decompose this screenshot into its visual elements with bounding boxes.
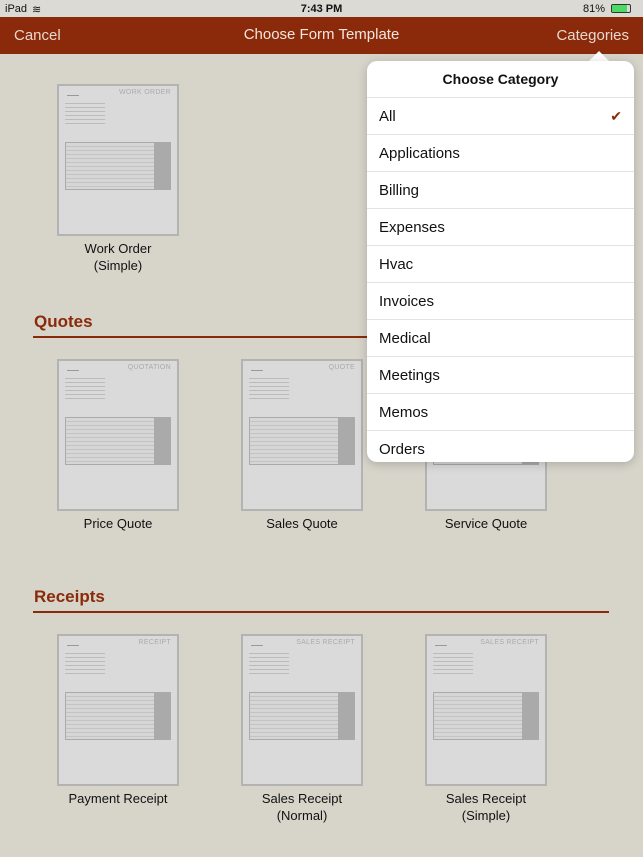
category-label: Memos: [379, 404, 429, 421]
template-label[interactable]: Service Quote: [406, 515, 566, 532]
template-thumbnail[interactable]: QUOTATION: [57, 359, 179, 511]
template-label-line: Sales Receipt: [261, 791, 343, 806]
thumb-table: [65, 142, 171, 190]
category-label: Billing: [379, 182, 420, 199]
section-header: Receipts: [34, 587, 105, 606]
thumb-title: QUOTE: [328, 364, 355, 371]
template-label[interactable]: Work Order (Simple): [38, 240, 198, 274]
logo-placeholder: [67, 90, 79, 96]
category-label: Invoices: [379, 293, 435, 310]
category-label: Expenses: [379, 219, 445, 236]
template-label-line: Price Quote: [83, 516, 153, 531]
thumb-title: RECEIPT: [138, 639, 171, 646]
template-label[interactable]: Price Quote: [38, 515, 198, 532]
template-label[interactable]: Sales Receipt (Simple): [406, 790, 566, 824]
category-item[interactable]: Expenses: [367, 208, 634, 245]
category-item[interactable]: Medical: [367, 319, 634, 356]
thumb-lines: [249, 650, 289, 674]
category-label: All: [379, 108, 396, 125]
category-label: Hvac: [379, 256, 414, 273]
thumb-table: [249, 417, 355, 465]
logo-placeholder: [251, 640, 263, 646]
category-item[interactable]: Orders: [367, 430, 634, 467]
template-label-line: (Simple): [93, 258, 143, 273]
category-popover: Choose Category All ✔ Applications Billing E…: [367, 61, 634, 462]
status-bar: iPad ≋ 7:43 PM 81%: [0, 0, 643, 17]
thumb-title: SALES RECEIPT: [480, 639, 539, 646]
template-thumbnail[interactable]: SALES RECEIPT: [241, 634, 363, 786]
battery-icon: [611, 4, 631, 13]
thumb-table: [249, 692, 355, 740]
category-label: Meetings: [379, 367, 440, 384]
category-item[interactable]: Hvac: [367, 245, 634, 282]
category-item[interactable]: All ✔: [367, 97, 634, 134]
template-thumbnail[interactable]: RECEIPT: [57, 634, 179, 786]
thumb-title: SALES RECEIPT: [296, 639, 355, 646]
template-thumbnail[interactable]: WORK ORDER: [57, 84, 179, 236]
template-label-line: Service Quote: [444, 516, 528, 531]
section-divider: [33, 611, 609, 613]
template-label-line: (Normal): [276, 808, 328, 823]
battery-percent: 81%: [582, 3, 605, 15]
category-label: Orders: [379, 441, 425, 458]
template-label-line: (Simple): [461, 808, 511, 823]
thumb-title: WORK ORDER: [119, 89, 171, 96]
category-item[interactable]: Billing: [367, 171, 634, 208]
category-item[interactable]: Applications: [367, 134, 634, 171]
template-label[interactable]: Payment Receipt: [38, 790, 198, 807]
template-thumbnail[interactable]: QUOTE: [241, 359, 363, 511]
logo-placeholder: [435, 640, 447, 646]
template-label-line: Payment Receipt: [68, 791, 168, 806]
logo-placeholder: [67, 365, 79, 371]
template-label-line: Sales Receipt: [445, 791, 527, 806]
popover-title: Choose Category: [442, 71, 559, 87]
thumb-table: [433, 692, 539, 740]
checkmark-icon: ✔: [610, 108, 622, 124]
logo-placeholder: [67, 640, 79, 646]
category-label: Applications: [379, 145, 460, 162]
page-title: Choose Form Template: [243, 26, 400, 43]
thumb-table: [65, 692, 171, 740]
template-label-line: Work Order: [84, 241, 152, 256]
thumb-lines: [249, 375, 289, 399]
thumb-lines: [433, 650, 473, 674]
template-label[interactable]: Sales Receipt (Normal): [222, 790, 382, 824]
thumb-lines: [65, 650, 105, 674]
category-item[interactable]: Meetings: [367, 356, 634, 393]
clock: 7:43 PM: [300, 3, 343, 15]
thumb-table: [65, 417, 171, 465]
section-header: Quotes: [34, 312, 93, 331]
category-item[interactable]: Invoices: [367, 282, 634, 319]
template-label-line: Sales Quote: [266, 516, 338, 531]
logo-placeholder: [251, 365, 263, 371]
categories-button[interactable]: Categories: [556, 27, 629, 44]
thumb-lines: [65, 100, 105, 124]
category-label: Medical: [379, 330, 431, 347]
template-thumbnail[interactable]: SALES RECEIPT: [425, 634, 547, 786]
thumb-title: QUOTATION: [127, 364, 171, 371]
template-label[interactable]: Sales Quote: [222, 515, 382, 532]
thumb-lines: [65, 375, 105, 399]
category-item[interactable]: Memos: [367, 393, 634, 430]
nav-bar: Cancel Choose Form Template Categories: [0, 17, 643, 54]
